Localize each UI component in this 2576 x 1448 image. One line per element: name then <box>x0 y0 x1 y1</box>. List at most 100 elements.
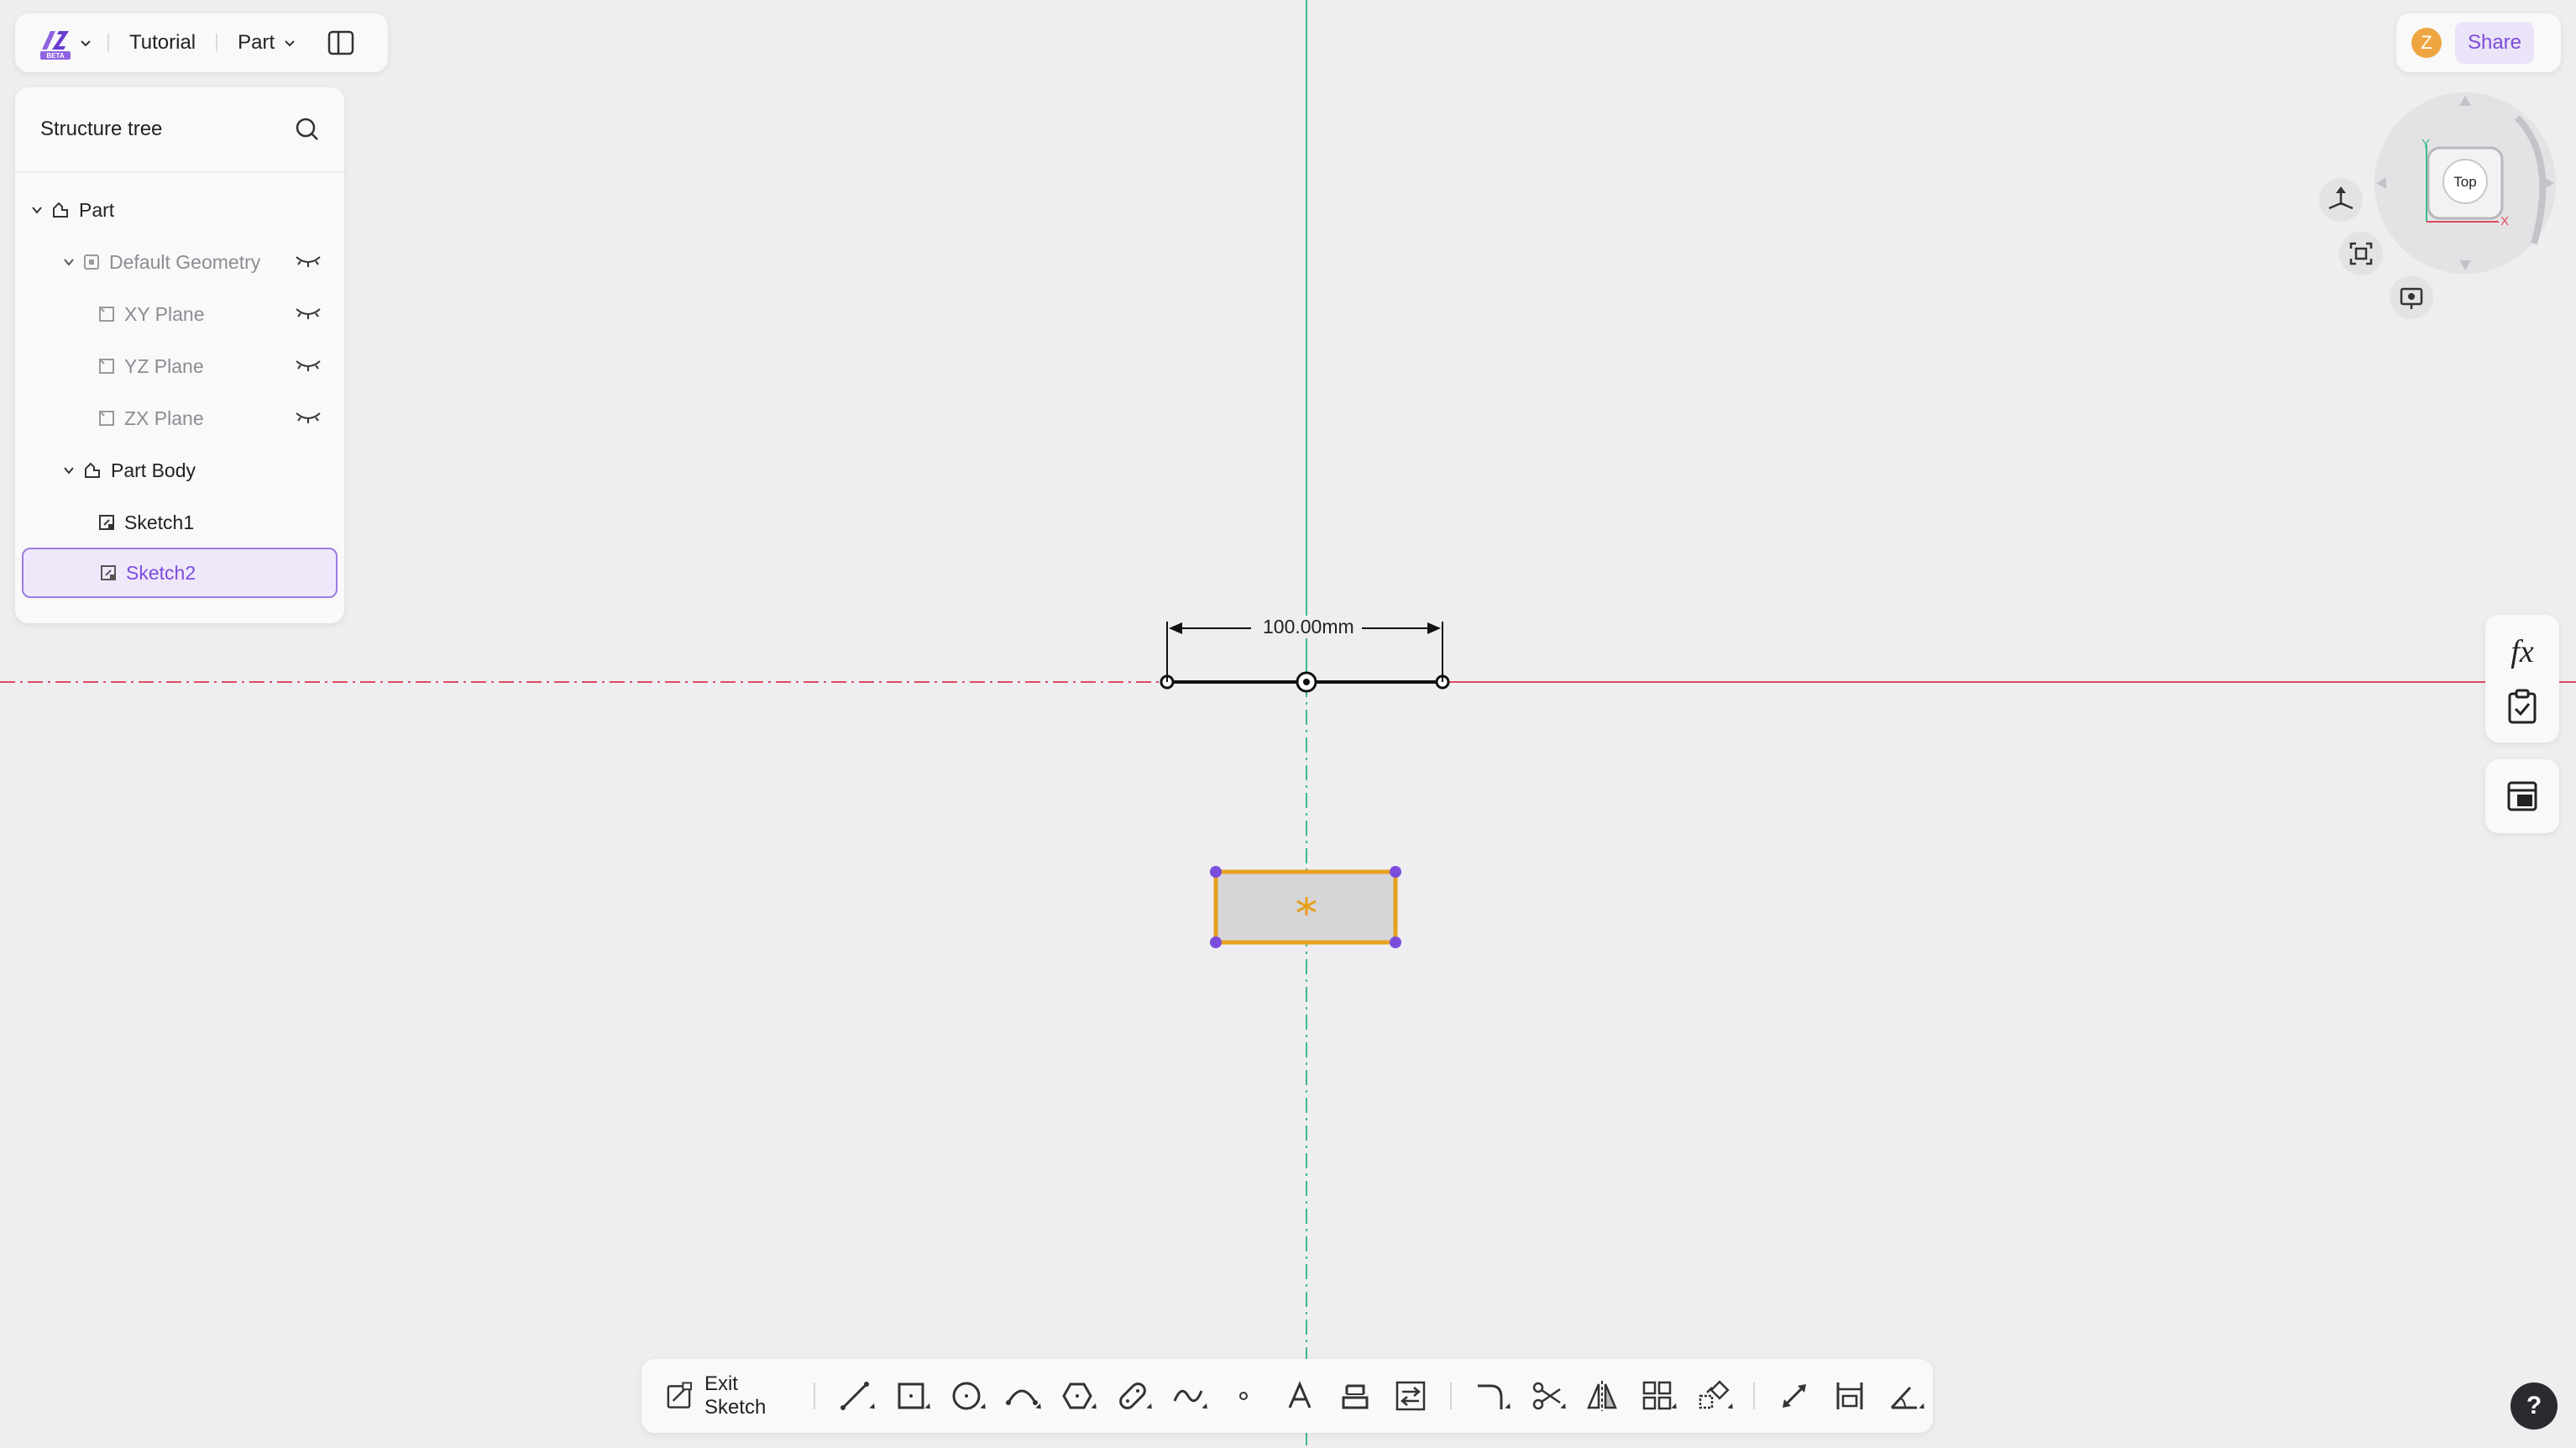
formula-button[interactable]: fx <box>2485 627 2559 677</box>
slot-icon <box>1119 1382 1147 1409</box>
plane-icon <box>99 359 114 374</box>
tree-item-xy-plane[interactable]: XY Plane <box>15 291 344 338</box>
fillet-tool[interactable] <box>1463 1371 1519 1421</box>
structure-tree-header: Structure tree <box>15 87 344 173</box>
point-icon <box>1239 1392 1249 1400</box>
panel-layout-icon[interactable] <box>327 29 355 57</box>
rect-vertex[interactable] <box>1210 936 1222 948</box>
divider <box>1752 1382 1755 1409</box>
eye-closed-icon[interactable] <box>294 408 322 425</box>
tree-item-part-body[interactable]: Part Body <box>15 447 344 494</box>
right-rail-tools: fx <box>2485 615 2559 742</box>
chevron-down-icon[interactable] <box>62 464 76 477</box>
spline-tool[interactable] <box>1160 1371 1216 1421</box>
table-panel-icon[interactable] <box>2505 779 2539 813</box>
project-tool[interactable] <box>1327 1371 1383 1421</box>
tree-item-sketch1[interactable]: Sketch1 <box>15 499 344 546</box>
origin-center <box>1303 679 1310 685</box>
arc-tool[interactable] <box>994 1371 1050 1421</box>
plane-icon <box>99 411 114 426</box>
spline-icon <box>1173 1389 1203 1403</box>
fit-view-icon[interactable] <box>2338 230 2385 277</box>
breadcrumb-tutorial[interactable]: Tutorial <box>129 31 196 55</box>
eye-closed-icon[interactable] <box>294 356 322 373</box>
convert-tool[interactable] <box>1383 1371 1438 1421</box>
exit-sketch-icon <box>667 1382 693 1409</box>
pattern-tool[interactable] <box>1630 1371 1685 1421</box>
polygon-tool[interactable] <box>1050 1371 1105 1421</box>
rectangle-icon <box>898 1382 924 1409</box>
part-menu-label: Part <box>238 31 275 54</box>
tree-item-sketch2[interactable]: Sketch2 <box>22 548 338 598</box>
rectangle-tool[interactable] <box>883 1371 939 1421</box>
sketch-icon <box>99 515 114 530</box>
eye-closed-icon[interactable] <box>294 304 322 321</box>
clipboard-check-icon[interactable] <box>2505 689 2539 726</box>
text-tool[interactable] <box>1272 1371 1327 1421</box>
chevron-down-icon[interactable] <box>30 203 44 217</box>
structure-tree-panel: Structure tree Part Default Geometry XY … <box>15 87 344 623</box>
rect-vertex[interactable] <box>1390 866 1401 878</box>
distance-icon <box>1836 1382 1863 1409</box>
help-button[interactable]: ? <box>2511 1382 2558 1430</box>
polygon-icon <box>1062 1382 1092 1409</box>
chevron-down-icon[interactable] <box>79 36 92 50</box>
app-logo-icon[interactable]: BETA <box>37 24 74 61</box>
chevron-down-icon[interactable] <box>62 255 76 269</box>
distance-dimension-tool[interactable] <box>1822 1371 1877 1421</box>
mirror-icon <box>1587 1381 1618 1411</box>
tree-item-label: XY Plane <box>124 302 205 325</box>
logo-badge: BETA <box>46 52 64 60</box>
mirror-tool[interactable] <box>1574 1371 1630 1421</box>
divider <box>814 1382 816 1409</box>
divider <box>107 34 109 52</box>
tree-item-part[interactable]: Part <box>15 186 344 233</box>
rect-vertex[interactable] <box>1210 866 1222 878</box>
exit-sketch-button[interactable]: Exit Sketch <box>665 1372 802 1419</box>
dimension-icon <box>1782 1384 1806 1408</box>
tree-item-label: Sketch2 <box>126 561 196 584</box>
eye-closed-icon[interactable] <box>294 252 322 269</box>
sketch-toolbar: Exit Sketch <box>641 1359 1933 1433</box>
slot-tool[interactable] <box>1105 1371 1160 1421</box>
display-mode-icon[interactable] <box>2388 274 2435 321</box>
convert-icon <box>1395 1381 1426 1411</box>
transform-icon <box>1699 1380 1730 1409</box>
formula-label: fx <box>2511 634 2534 669</box>
sketch-icon <box>101 565 116 580</box>
point-tool[interactable] <box>1216 1371 1271 1421</box>
transform-tool[interactable] <box>1685 1371 1741 1421</box>
tree-item-default-geometry[interactable]: Default Geometry <box>15 239 344 286</box>
fillet-icon <box>1477 1384 1503 1409</box>
circle-tool[interactable] <box>939 1371 994 1421</box>
trim-tool[interactable] <box>1519 1371 1574 1421</box>
tree-item-zx-plane[interactable]: ZX Plane <box>15 395 344 442</box>
part-menu[interactable]: Part <box>238 31 296 55</box>
dimension-label[interactable]: 100.00mm <box>1259 616 1358 638</box>
linear-dimension-tool[interactable] <box>1767 1371 1822 1421</box>
sketch-canvas[interactable] <box>0 0 2576 1448</box>
tree-item-label: ZX Plane <box>124 407 204 429</box>
divider <box>1449 1382 1452 1409</box>
body-icon <box>85 462 100 478</box>
normal-view-icon[interactable] <box>2317 176 2364 223</box>
constraint-tool[interactable] <box>1877 1371 1933 1421</box>
axis-x-label: X <box>2500 214 2509 228</box>
share-button[interactable]: Share <box>2455 22 2534 64</box>
view-cube-face-label[interactable]: Top <box>2453 174 2476 190</box>
scissors-icon <box>1532 1382 1561 1410</box>
tree-item-yz-plane[interactable]: YZ Plane <box>15 343 344 390</box>
angle-constraint-icon <box>1890 1386 1917 1409</box>
share-panel: Z Share <box>2396 13 2561 72</box>
tree-item-label: Sketch1 <box>124 511 195 533</box>
line-tool[interactable] <box>827 1371 882 1421</box>
circle-icon <box>952 1382 981 1410</box>
text-icon <box>1288 1381 1311 1409</box>
avatar[interactable]: Z <box>2411 28 2442 58</box>
chevron-down-icon <box>285 40 295 47</box>
line-icon <box>840 1382 870 1410</box>
part-icon <box>53 202 68 218</box>
rect-vertex[interactable] <box>1390 936 1401 948</box>
tree-item-label: Part <box>79 198 115 221</box>
search-icon[interactable] <box>294 116 321 143</box>
